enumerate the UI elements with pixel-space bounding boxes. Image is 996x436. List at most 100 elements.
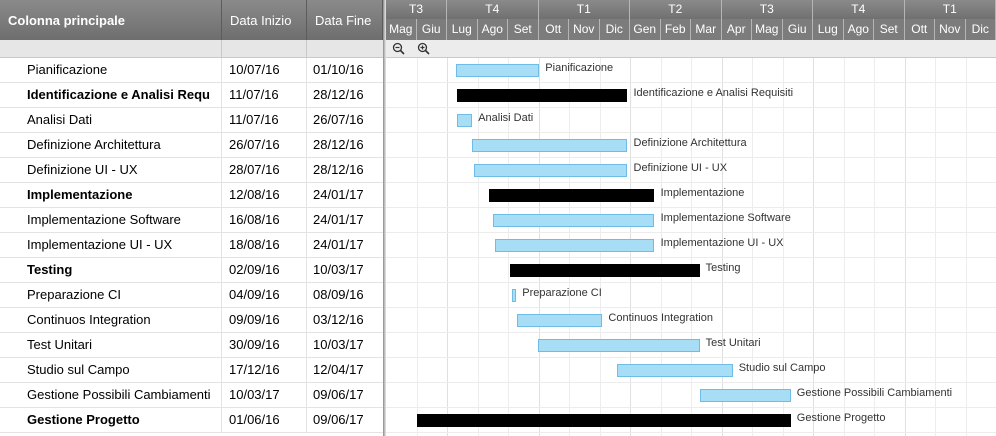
task-name: Definizione UI - UX xyxy=(0,158,222,182)
gantt-toolbar xyxy=(386,40,996,58)
summary-bar[interactable] xyxy=(489,189,655,202)
row-gridline xyxy=(386,332,996,333)
task-row[interactable]: Analisi Dati 11/07/16 26/07/16 xyxy=(0,108,383,133)
task-start-date: 02/09/16 xyxy=(222,258,307,282)
task-bar[interactable] xyxy=(472,139,628,152)
task-row[interactable]: Identificazione e Analisi Requ 11/07/16 28… xyxy=(0,83,383,108)
summary-bar[interactable] xyxy=(417,414,791,427)
month-label: Ott xyxy=(905,19,935,40)
zoom-in-icon[interactable] xyxy=(416,41,432,57)
task-bar[interactable] xyxy=(456,64,540,77)
task-start-date: 17/12/16 xyxy=(222,358,307,382)
column-header-end[interactable]: Data Fine xyxy=(307,0,383,40)
task-end-date: 28/12/16 xyxy=(313,137,364,152)
task-name: Analisi Dati xyxy=(0,108,222,132)
task-bar[interactable] xyxy=(495,239,655,252)
task-start-date: 11/07/16 xyxy=(222,83,307,107)
task-bar[interactable] xyxy=(457,114,473,127)
row-gridline xyxy=(386,132,996,133)
grid-subheader xyxy=(222,40,307,58)
task-bar[interactable] xyxy=(517,314,603,327)
grid-subheader xyxy=(0,40,222,58)
task-row[interactable]: Studio sul Campo 17/12/16 12/04/17 xyxy=(0,358,383,383)
task-end-date: 24/01/17 xyxy=(313,237,364,252)
month-gridline xyxy=(935,58,936,436)
task-end-date: 08/09/16 xyxy=(313,287,364,302)
task-row[interactable]: Preparazione CI 04/09/16 08/09/16 xyxy=(0,283,383,308)
month-label: Apr xyxy=(722,19,752,40)
row-gridline xyxy=(386,432,996,433)
zoom-out-icon[interactable] xyxy=(391,41,407,57)
summary-bar[interactable] xyxy=(457,89,628,102)
task-name: Testing xyxy=(0,258,222,282)
task-bar[interactable] xyxy=(538,339,700,352)
task-bar-label: Test Unitari xyxy=(705,337,761,349)
task-row[interactable]: Gestione Possibili Cambiamenti 10/03/17 09… xyxy=(0,383,383,408)
month-gridline xyxy=(874,58,875,436)
month-label: Set xyxy=(874,19,905,40)
row-gridline xyxy=(386,82,996,83)
row-gridline xyxy=(386,307,996,308)
task-end-date: 09/06/17 xyxy=(313,387,364,402)
month-label: Ott xyxy=(539,19,569,40)
task-name: Gestione Progetto xyxy=(0,408,222,432)
task-bar[interactable] xyxy=(616,364,733,377)
row-gridline xyxy=(386,357,996,358)
row-gridline xyxy=(386,282,996,283)
month-label: Set xyxy=(508,19,539,40)
task-row[interactable]: Definizione Architettura 26/07/16 28/12/16 xyxy=(0,133,383,158)
task-start-date: 09/09/16 xyxy=(222,308,307,332)
month-gridline xyxy=(447,58,448,436)
month-label: Dic xyxy=(600,19,630,40)
task-row[interactable]: Test Unitari 30/09/16 10/03/17 xyxy=(0,333,383,358)
task-name: Studio sul Campo xyxy=(0,358,222,382)
task-row[interactable]: Implementazione UI - UX 18/08/16 24/01/17 xyxy=(0,233,383,258)
task-bar-label: Definizione Architettura xyxy=(633,137,747,149)
task-end-date: 10/03/17 xyxy=(313,262,364,277)
task-end-date: 28/12/16 xyxy=(313,87,364,102)
gantt-bars-area: Pianificazione Identificazione e Analisi … xyxy=(386,58,996,436)
task-end-date: 28/12/16 xyxy=(313,162,364,177)
column-header-name[interactable]: Colonna principale xyxy=(0,0,222,40)
month-label: Lug xyxy=(813,19,844,40)
task-bar[interactable] xyxy=(699,389,791,402)
month-gridline xyxy=(813,58,814,436)
task-row[interactable]: Testing 02/09/16 10/03/17 xyxy=(0,258,383,283)
task-bar-label: Studio sul Campo xyxy=(738,362,826,374)
summary-bar[interactable] xyxy=(510,264,700,277)
gantt-chart: T3 T4 T1 T2 T3 T4 T1 Mag Giu Lug Ago Set Ott Nov Dic G… xyxy=(386,0,996,436)
task-name: Preparazione CI xyxy=(0,283,222,307)
month-label: Ago xyxy=(478,19,508,40)
task-start-date: 26/07/16 xyxy=(222,133,307,157)
column-header-label: Data Fine xyxy=(315,12,372,28)
task-row[interactable]: Definizione UI - UX 28/07/16 28/12/16 xyxy=(0,158,383,183)
month-label: Giu xyxy=(417,19,447,40)
task-end-date: 24/01/17 xyxy=(313,212,364,227)
task-grid: Colonna principale Data Inizio Data Fine… xyxy=(0,0,383,436)
task-row[interactable]: Gestione Progetto 01/06/16 09/06/17 xyxy=(0,408,383,433)
month-label: Mar xyxy=(691,19,722,40)
task-start-date: 04/09/16 xyxy=(222,283,307,307)
quarter-label: T4 xyxy=(813,0,905,19)
row-gridline xyxy=(386,407,996,408)
month-label: Mag xyxy=(752,19,783,40)
row-gridline xyxy=(386,382,996,383)
column-header-start[interactable]: Data Inizio xyxy=(222,0,307,40)
task-bar[interactable] xyxy=(493,214,655,227)
task-bar[interactable] xyxy=(474,164,628,177)
quarter-label: T2 xyxy=(630,0,722,19)
task-end-date: 03/12/16 xyxy=(313,312,364,327)
task-start-date: 16/08/16 xyxy=(222,208,307,232)
task-name: Test Unitari xyxy=(0,333,222,357)
task-row[interactable]: Continuos Integration 09/09/16 03/12/16 xyxy=(0,308,383,333)
task-row[interactable]: Implementazione 12/08/16 24/01/17 xyxy=(0,183,383,208)
month-gridline xyxy=(966,58,967,436)
task-bar-label: Implementazione UI - UX xyxy=(660,237,784,249)
task-bar[interactable] xyxy=(512,289,517,302)
task-start-date: 01/06/16 xyxy=(222,408,307,432)
month-label: Ago xyxy=(844,19,874,40)
task-row[interactable]: Pianificazione 10/07/16 01/10/16 xyxy=(0,58,383,83)
task-row[interactable]: Implementazione Software 16/08/16 24/01/17 xyxy=(0,208,383,233)
task-start-date: 10/07/16 xyxy=(222,58,307,82)
month-label: Nov xyxy=(935,19,966,40)
